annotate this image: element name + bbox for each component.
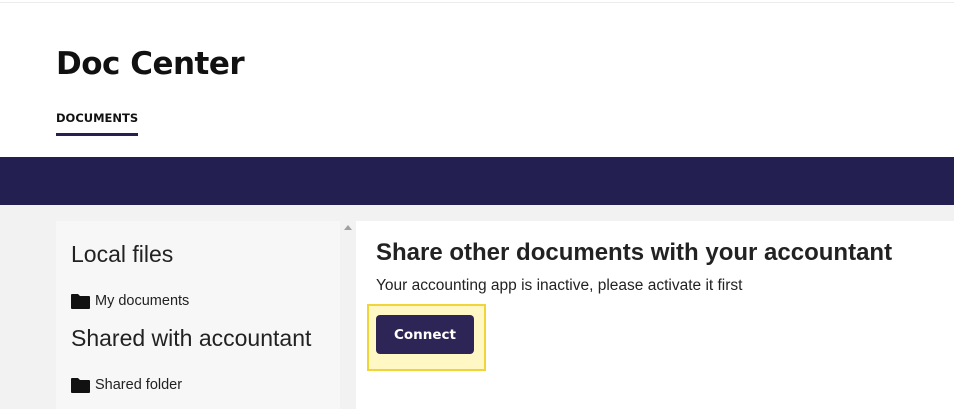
sidebar-item-shared-folder[interactable]: Shared folder [71,375,182,395]
sidebar-heading-shared-with-accountant: Shared with accountant [71,325,312,351]
top-divider [0,2,954,3]
sidebar: Local files My documents Shared with acc… [56,221,340,409]
page-title: Doc Center [56,46,245,82]
folder-icon [71,293,90,309]
sidebar-scrollbar[interactable] [340,221,356,409]
content-heading: Share other documents with your accounta… [376,239,893,266]
connect-button[interactable]: Connect [376,315,474,354]
sidebar-item-my-documents[interactable]: My documents [71,291,189,311]
sidebar-item-label: Shared folder [95,377,183,393]
inactive-app-message: Your accounting app is inactive, please … [376,277,743,294]
content-panel: Share other documents with your accounta… [356,221,954,409]
sidebar-item-label: My documents [95,293,190,309]
tab-documents[interactable]: DOCUMENTS [56,110,139,136]
sidebar-heading-local-files: Local files [71,241,174,267]
header-band [0,157,954,205]
scroll-up-arrow-icon[interactable] [344,225,352,230]
folder-icon [71,377,90,393]
active-tab-indicator [56,133,139,136]
tab-documents-label: DOCUMENTS [56,111,139,125]
